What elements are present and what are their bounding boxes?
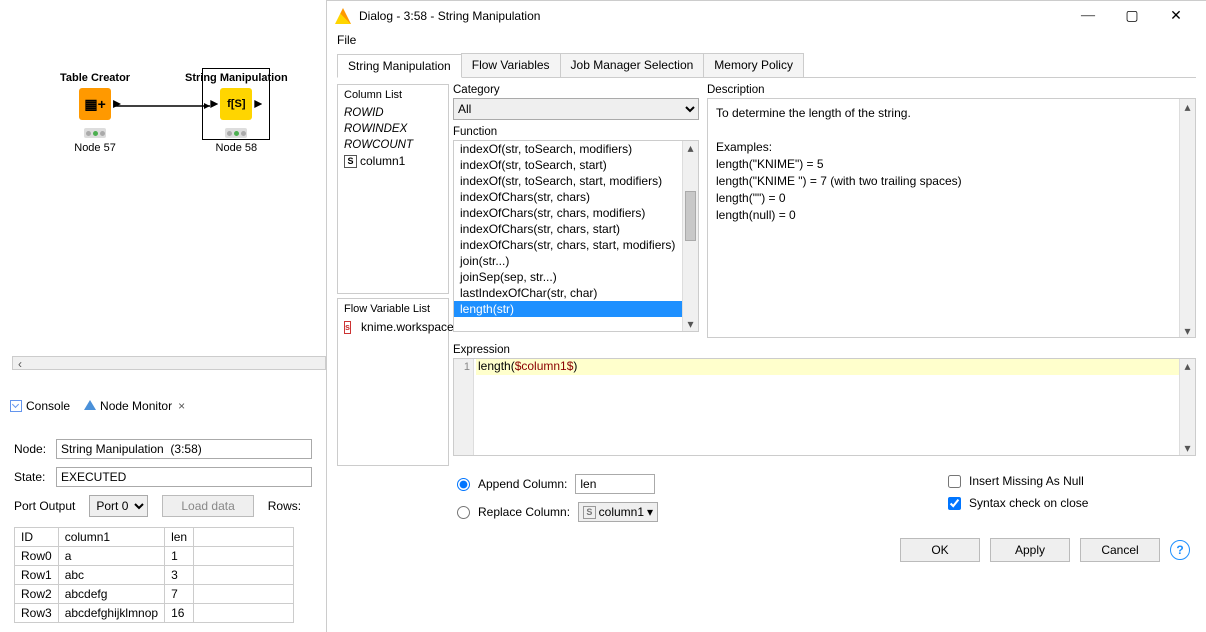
table-row: Row0a1 [15,547,294,566]
monitor-icon [84,400,96,412]
list-item[interactable]: indexOfChars(str, chars, modifiers) [454,205,698,221]
node-string-manipulation[interactable]: String Manipulation f[S] Node 58 [185,72,288,154]
port-output-label: Port Output [14,499,75,513]
node-title: Table Creator [60,72,130,84]
titlebar[interactable]: Dialog - 3:58 - String Manipulation — ▢ … [327,1,1206,31]
syntax-check-option[interactable]: Syntax check on close [948,496,1088,510]
close-button[interactable]: ✕ [1154,2,1198,30]
node-id: Node 58 [185,142,288,154]
node-icon: ▦+ [79,88,111,120]
table-row: Row2abcdefg7 [15,585,294,604]
list-item[interactable]: joinSep(sep, str...) [454,269,698,285]
function-list[interactable]: indexOf(str, toSearch, modifiers) indexO… [453,140,699,332]
list-item[interactable]: ROWINDEX [344,121,442,137]
load-data-button[interactable]: Load data [162,495,253,517]
col-header[interactable]: len [165,528,194,547]
function-label: Function [453,126,699,138]
list-item[interactable]: lastIndexOfChar(str, char) [454,285,698,301]
scrollbar[interactable]: ▴▾ [1179,359,1195,455]
column-list-panel: Column List ROWID ROWINDEX ROWCOUNT Scol… [337,84,449,294]
table-row: Row3abcdefghijklmnop16 [15,604,294,623]
category-label: Category [453,84,699,96]
scrollbar[interactable]: ▴▾ [1179,99,1195,337]
description-label: Description [707,84,1196,96]
col-header[interactable]: ID [15,528,59,547]
node-id: Node 57 [60,142,130,154]
append-column-field[interactable] [575,474,655,494]
list-item[interactable]: indexOf(str, toSearch, start, modifiers) [454,173,698,189]
close-icon[interactable]: × [178,399,185,413]
append-radio[interactable] [457,478,470,491]
workflow-canvas[interactable]: Table Creator ▦+ Node 57 String Manipula… [0,0,326,370]
tab-job-manager[interactable]: Job Manager Selection [560,53,705,77]
horizontal-scrollbar[interactable]: ‹ [12,356,326,370]
list-item[interactable]: sknime.workspace [344,319,442,335]
list-item[interactable]: ROWID [344,105,442,121]
rows-label: Rows: [268,499,301,513]
node-table-creator[interactable]: Table Creator ▦+ Node 57 [60,72,130,154]
tab-string-manipulation[interactable]: String Manipulation [337,54,462,78]
node-label: Node: [14,442,48,456]
state-label: State: [14,470,48,484]
apply-button[interactable]: Apply [990,538,1070,562]
tab-memory-policy[interactable]: Memory Policy [703,53,804,77]
table-row: Row1abc3 [15,566,294,585]
menu-file[interactable]: File [337,33,356,47]
window-title: Dialog - 3:58 - String Manipulation [359,9,1066,23]
ok-button[interactable]: OK [900,538,980,562]
scrollbar[interactable]: ▴▾ [682,141,698,331]
replace-radio[interactable] [457,506,470,519]
list-item[interactable]: indexOfChars(str, chars) [454,189,698,205]
node-field[interactable] [56,439,312,459]
flow-variable-panel: Flow Variable List sknime.workspace [337,298,449,466]
tab-console[interactable]: Console [6,397,74,415]
replace-column-select[interactable]: Scolumn1▾ [578,502,658,522]
list-item[interactable]: indexOf(str, toSearch, modifiers) [454,141,698,157]
col-header[interactable]: column1 [58,528,164,547]
syntax-check-checkbox[interactable] [948,497,961,510]
string-manipulation-dialog: Dialog - 3:58 - String Manipulation — ▢ … [326,0,1206,632]
minimize-button[interactable]: — [1066,2,1110,30]
output-table: ID column1 len Row0a1 Row1abc3 Row2abcde… [14,527,294,623]
insert-missing-option[interactable]: Insert Missing As Null [948,474,1088,488]
status-light [84,128,106,138]
list-item[interactable]: Scolumn1 [344,153,442,169]
list-item[interactable]: indexOf(str, toSearch, start) [454,157,698,173]
dialog-tabs: String Manipulation Flow Variables Job M… [337,53,1196,78]
node-monitor-panel: Console Node Monitor× Node: State: Port … [0,395,326,629]
console-icon [10,400,22,412]
tab-flow-variables[interactable]: Flow Variables [461,53,561,77]
app-icon [335,8,351,24]
tab-node-monitor[interactable]: Node Monitor× [80,397,189,415]
append-column-option[interactable]: Append Column: [457,474,658,494]
maximize-button[interactable]: ▢ [1110,2,1154,30]
panel-tabs: Console Node Monitor× [0,395,326,417]
list-item[interactable]: indexOfChars(str, chars, start) [454,221,698,237]
help-icon[interactable]: ? [1170,540,1190,560]
category-select[interactable]: All [453,98,699,120]
expression-label: Expression [453,344,1196,356]
insert-missing-checkbox[interactable] [948,475,961,488]
list-item[interactable]: length(str) [454,301,698,317]
list-item[interactable]: join(str...) [454,253,698,269]
state-field[interactable] [56,467,312,487]
list-item[interactable]: indexOfChars(str, chars, start, modifier… [454,237,698,253]
replace-column-option[interactable]: Replace Column: Scolumn1▾ [457,502,658,522]
description-panel: To determine the length of the string. E… [707,98,1196,338]
node-icon: f[S] [220,88,252,120]
port-select[interactable]: Port 0 [89,495,148,517]
cancel-button[interactable]: Cancel [1080,538,1160,562]
list-item[interactable]: ROWCOUNT [344,137,442,153]
expression-editor[interactable]: 1 length($column1$) ▴▾ [453,358,1196,456]
